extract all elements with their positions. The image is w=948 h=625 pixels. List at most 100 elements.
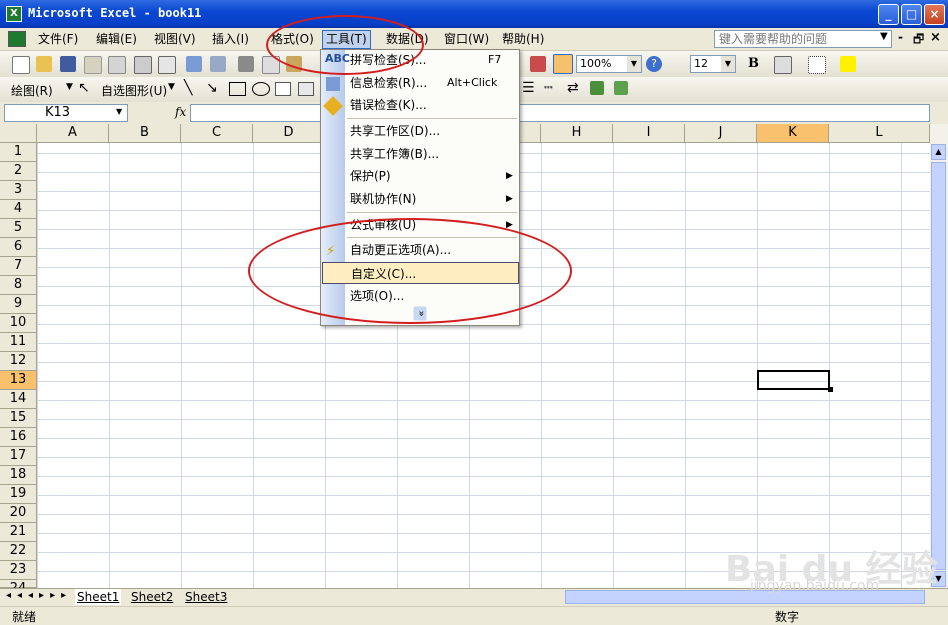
name-box[interactable]: K13: [4, 104, 128, 122]
doc-restore-button[interactable]: 🗗: [913, 30, 924, 51]
font-size-combo[interactable]: 12 ▼: [690, 55, 736, 73]
row-header[interactable]: 9: [0, 295, 37, 314]
menu-edit[interactable]: 编辑(E): [93, 31, 140, 48]
column-header[interactable]: L: [829, 124, 930, 143]
row-header[interactable]: 22: [0, 542, 37, 561]
row-header[interactable]: 23: [0, 561, 37, 580]
sheet-tab-2[interactable]: Sheet2: [129, 589, 175, 605]
column-header[interactable]: B: [109, 124, 181, 143]
sheet-tab-1[interactable]: Sheet1: [75, 589, 122, 605]
fill-handle[interactable]: [828, 387, 833, 392]
row-header[interactable]: 3: [0, 181, 37, 200]
dash-style-icon[interactable]: ┅: [544, 80, 552, 96]
save-icon[interactable]: [60, 56, 76, 72]
select-objects-icon[interactable]: ↖: [78, 80, 90, 96]
menu-insert[interactable]: 插入(I): [209, 31, 252, 48]
drawing-toggle-icon[interactable]: [553, 54, 573, 74]
line-style-icon[interactable]: ☰: [522, 80, 535, 96]
menu-view[interactable]: 视图(V): [151, 31, 199, 48]
row-header[interactable]: 19: [0, 485, 37, 504]
print-icon[interactable]: [134, 56, 152, 74]
textbox-icon[interactable]: [275, 82, 291, 96]
shadow-icon[interactable]: [590, 81, 604, 95]
chart-wizard-icon[interactable]: [530, 56, 546, 72]
help-icon[interactable]: ?: [646, 56, 662, 72]
menu-item-online-collab[interactable]: 联机协作(N): [345, 188, 519, 210]
column-header[interactable]: J: [685, 124, 757, 143]
column-header[interactable]: K: [757, 124, 829, 143]
doc-minimize-button[interactable]: -: [898, 30, 903, 44]
sheet-nav-arrows-icon[interactable]: ◂◂◂▸▸▸: [6, 590, 72, 601]
menu-item-share-workbook[interactable]: 共享工作簿(B)...: [345, 143, 519, 165]
row-header[interactable]: 16: [0, 428, 37, 447]
menu-item-error-check[interactable]: 错误检查(K)...: [345, 94, 519, 116]
row-header[interactable]: 10: [0, 314, 37, 333]
research-icon[interactable]: [210, 56, 226, 72]
sheet-tab-3[interactable]: Sheet3: [183, 589, 229, 605]
excel-app-icon[interactable]: X: [6, 6, 22, 22]
bold-button[interactable]: B: [748, 56, 759, 71]
rectangle-icon[interactable]: [229, 82, 246, 96]
vertical-scroll-thumb[interactable]: [931, 162, 946, 570]
email-icon[interactable]: [108, 56, 126, 74]
menu-help[interactable]: 帮助(H): [499, 31, 547, 48]
row-header[interactable]: 18: [0, 466, 37, 485]
print-preview-icon[interactable]: [158, 56, 176, 74]
row-header[interactable]: 11: [0, 333, 37, 352]
row-header[interactable]: 4: [0, 200, 37, 219]
draw-menu-button[interactable]: 绘图(R): [11, 82, 53, 99]
row-header[interactable]: 14: [0, 390, 37, 409]
column-header[interactable]: I: [613, 124, 685, 143]
arrow-style-icon[interactable]: ⇄: [567, 80, 579, 96]
3d-style-icon[interactable]: [614, 81, 628, 95]
row-header[interactable]: 6: [0, 238, 37, 257]
maximize-button[interactable]: □: [901, 4, 922, 25]
autoshapes-button[interactable]: 自选图形(U): [101, 82, 167, 99]
menu-item-protection[interactable]: 保护(P): [345, 165, 519, 187]
row-header[interactable]: 8: [0, 276, 37, 295]
line-icon[interactable]: ╲: [184, 80, 192, 96]
permission-icon[interactable]: [84, 56, 102, 74]
column-header[interactable]: C: [181, 124, 253, 143]
column-header[interactable]: A: [37, 124, 109, 143]
help-search-input[interactable]: 键入需要帮助的问题: [714, 30, 892, 48]
insert-function-button[interactable]: fx: [175, 105, 186, 119]
active-cell-k13[interactable]: [757, 370, 830, 390]
borders-icon[interactable]: [808, 56, 826, 74]
row-header[interactable]: 12: [0, 352, 37, 371]
menu-item-shared-workspace[interactable]: 共享工作区(D)...: [345, 120, 519, 142]
select-all-corner[interactable]: [0, 124, 37, 143]
open-icon[interactable]: [36, 56, 52, 72]
row-header[interactable]: 1: [0, 143, 37, 162]
workbook-icon[interactable]: [8, 31, 26, 47]
row-header[interactable]: 17: [0, 447, 37, 466]
new-icon[interactable]: [12, 56, 30, 74]
column-header[interactable]: H: [541, 124, 613, 143]
row-header[interactable]: 21: [0, 523, 37, 542]
minimize-button[interactable]: _: [878, 4, 899, 25]
menu-file[interactable]: 文件(F): [35, 31, 81, 48]
row-header[interactable]: 2: [0, 162, 37, 181]
arrow-icon[interactable]: ↘: [206, 80, 218, 96]
cut-icon[interactable]: [238, 56, 254, 72]
fill-color-icon[interactable]: [840, 56, 856, 72]
oval-icon[interactable]: [252, 82, 270, 96]
row-header[interactable]: 20: [0, 504, 37, 523]
row-header[interactable]: 15: [0, 409, 37, 428]
menu-window[interactable]: 窗口(W): [441, 31, 492, 48]
row-header[interactable]: 7: [0, 257, 37, 276]
help-dropdown-icon[interactable]: ▼: [880, 31, 888, 42]
spelling-icon[interactable]: [186, 56, 202, 72]
row-header[interactable]: 13: [0, 371, 37, 390]
close-button[interactable]: ×: [924, 4, 945, 25]
chevron-down-icon[interactable]: ▼: [116, 107, 122, 116]
formula-input[interactable]: [190, 104, 930, 122]
zoom-combo[interactable]: 100% ▼: [576, 55, 642, 73]
wordart-icon[interactable]: [298, 82, 314, 96]
doc-close-button[interactable]: ×: [930, 30, 941, 45]
row-header[interactable]: 5: [0, 219, 37, 238]
row-header[interactable]: 24: [0, 580, 37, 596]
merge-center-icon[interactable]: [774, 56, 792, 74]
column-header[interactable]: D: [253, 124, 325, 143]
scroll-up-arrow-icon[interactable]: ▲: [931, 144, 946, 160]
